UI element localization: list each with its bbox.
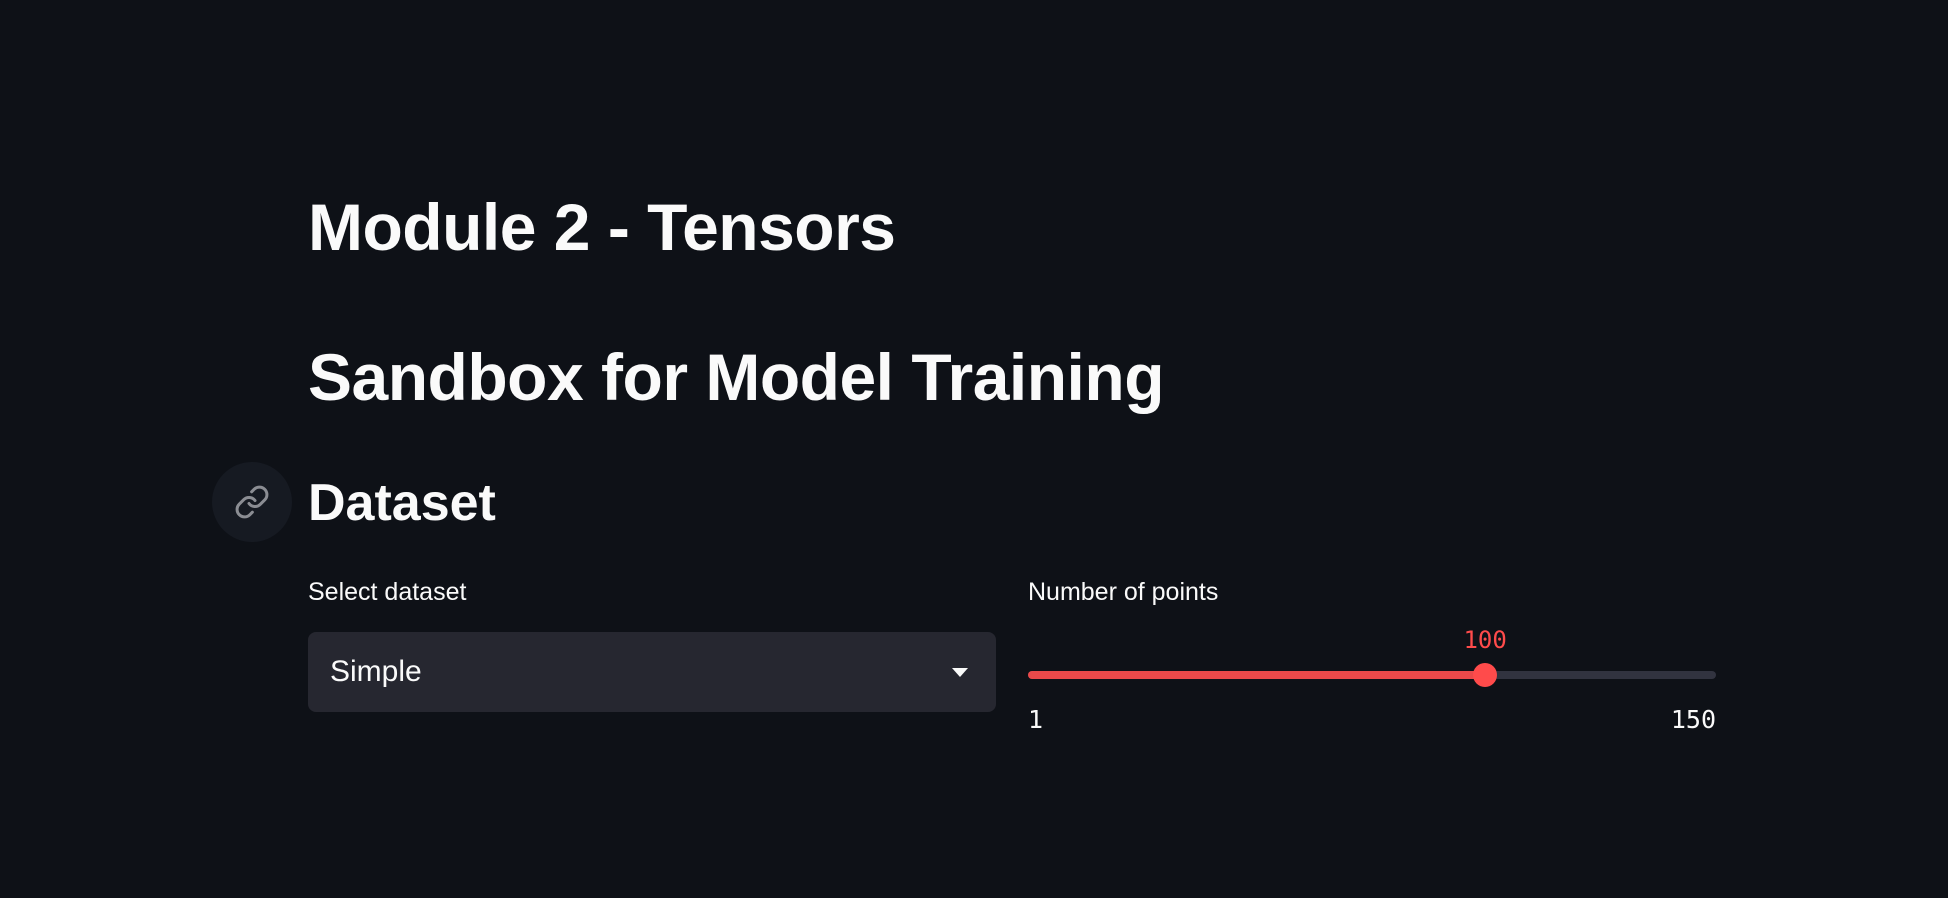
section-header-dataset: Dataset bbox=[308, 474, 496, 532]
slider-fill bbox=[1028, 671, 1486, 679]
app-page: Module 2 - Tensors Sandbox for Model Tra… bbox=[0, 0, 1948, 898]
slider-max-label: 150 bbox=[1670, 705, 1716, 734]
dataset-select[interactable]: Simple bbox=[308, 632, 996, 712]
dataset-select-value: Simple bbox=[330, 655, 422, 688]
sandbox-title: Sandbox for Model Training bbox=[308, 340, 1165, 414]
slider-min-label: 1 bbox=[1028, 705, 1044, 734]
chevron-down-icon bbox=[952, 667, 968, 677]
slider-track[interactable] bbox=[1028, 671, 1716, 679]
select-dataset-label: Select dataset bbox=[308, 578, 467, 606]
slider-thumb[interactable] bbox=[1473, 663, 1498, 687]
number-of-points-label: Number of points bbox=[1028, 578, 1219, 606]
header-anchor-link[interactable] bbox=[212, 462, 292, 542]
link-icon bbox=[235, 485, 269, 519]
slider-current-value: 100 bbox=[1463, 626, 1507, 654]
number-of-points-slider[interactable]: 100 1 150 bbox=[1028, 620, 1718, 740]
page-title: Module 2 - Tensors bbox=[308, 190, 896, 264]
